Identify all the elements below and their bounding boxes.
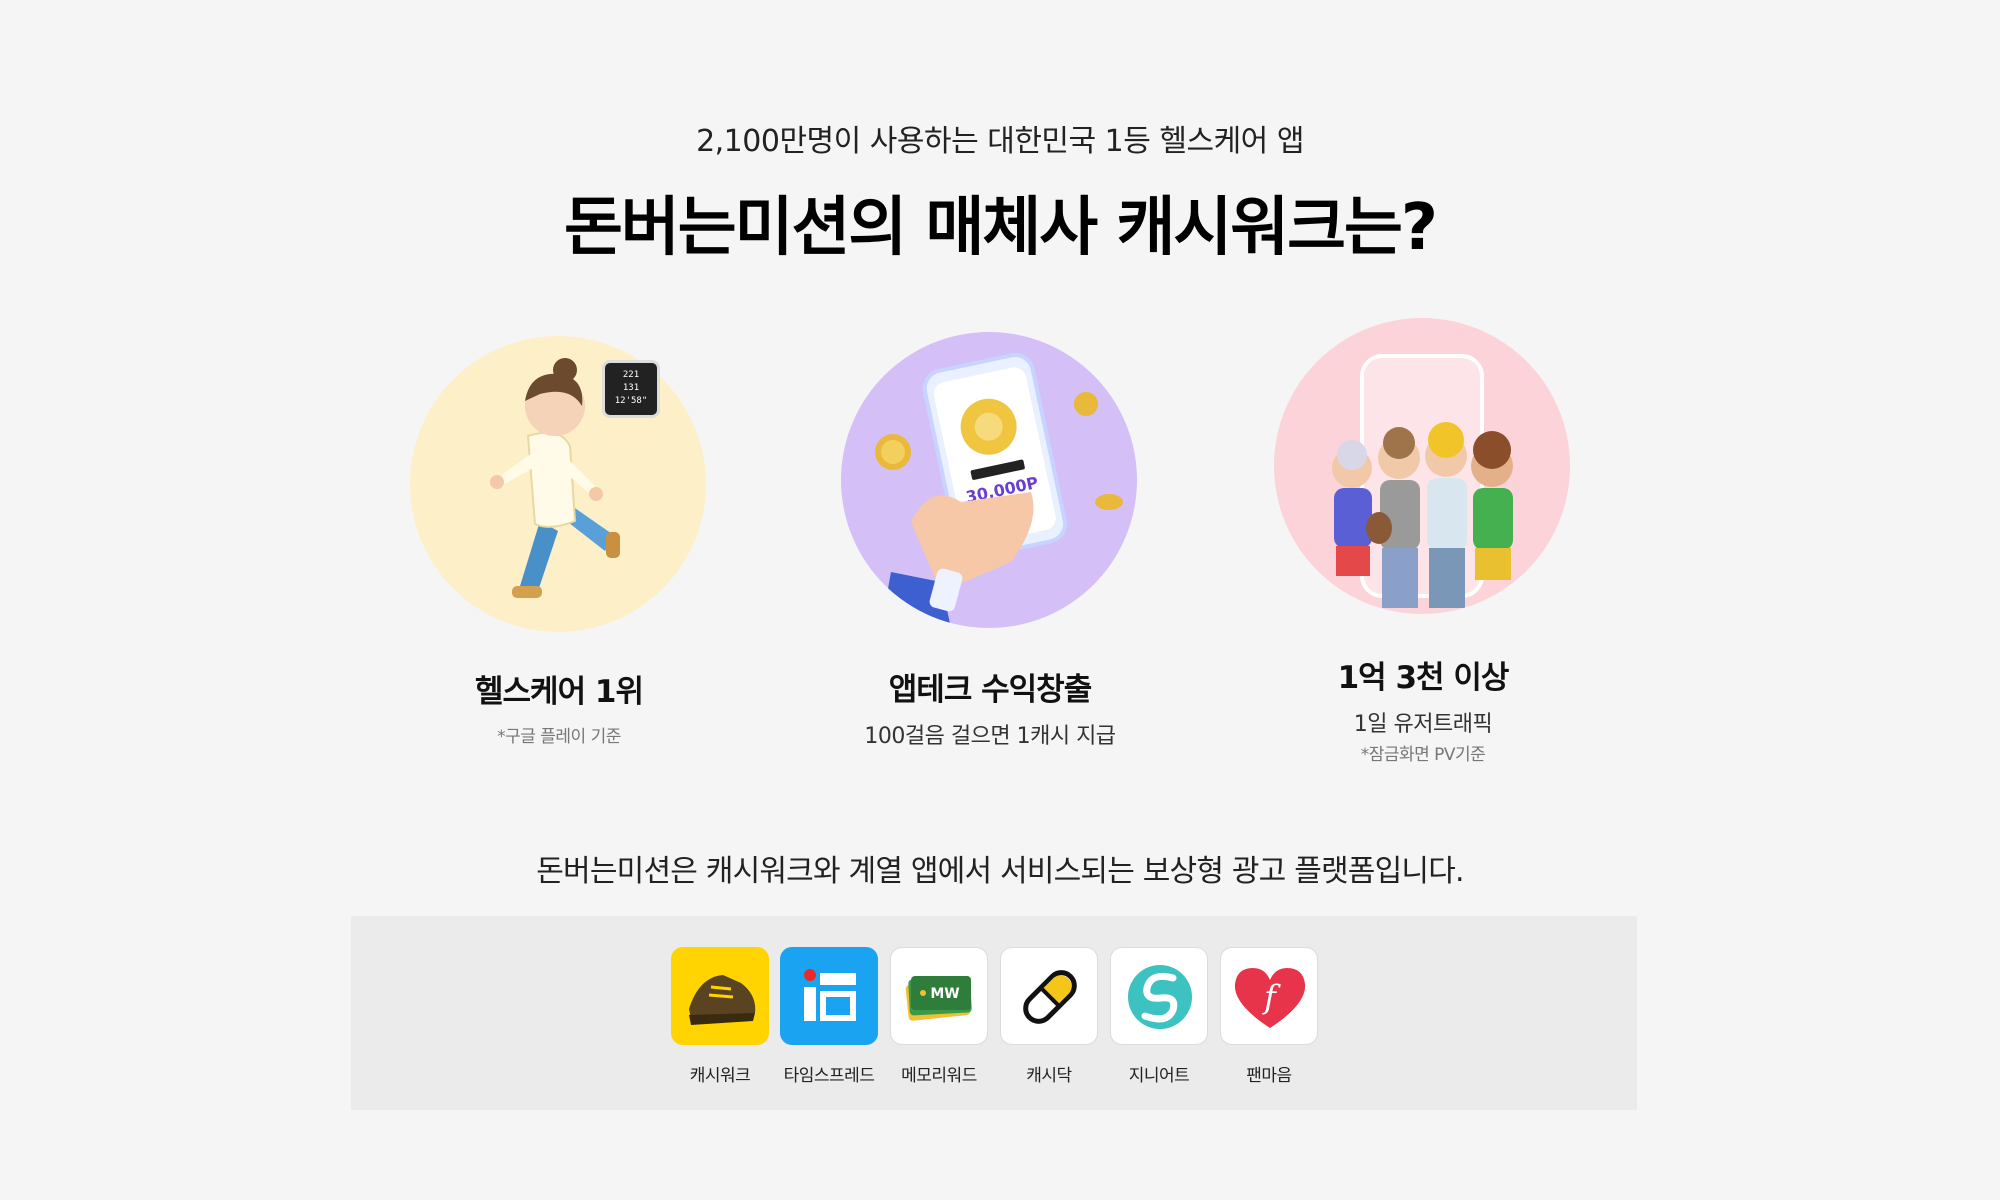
feature-note: *구글 플레이 기준 xyxy=(497,727,621,747)
app-item-timespread[interactable]: 타임스프레드 xyxy=(779,947,879,1086)
app-item-genieat[interactable]: 지니어트 xyxy=(1109,947,1209,1086)
feature-traffic: 1억 3천 이상 1일 유저트래픽 *잠금화면 PV기준 xyxy=(1213,318,1633,768)
feature-apptech: 30,000P 앱테크 수익창출 100걸음 걸으면 1캐시 지급 xyxy=(780,330,1200,760)
pill-icon[interactable] xyxy=(1000,947,1098,1045)
app-label: 지니어트 xyxy=(1128,1066,1190,1086)
page-title: 돈버는미션의 매체사 캐시워크는? xyxy=(563,191,1438,265)
app-item-memoryword[interactable]: MW 메모리워드 xyxy=(889,947,989,1086)
app-item-cashwalk[interactable]: 캐시워크 xyxy=(670,947,770,1086)
feature-desc: 1일 유저트래픽 xyxy=(1353,712,1493,737)
feature-title: 1억 3천 이상 xyxy=(1337,660,1510,696)
heart-f-icon[interactable]: f xyxy=(1220,947,1318,1045)
feature-title: 앱테크 수익창출 xyxy=(888,672,1092,708)
feature-title: 헬스케어 1위 xyxy=(475,674,644,710)
sub-heading: 2,100만명이 사용하는 대한민국 1등 헬스케어 앱 xyxy=(696,124,1304,159)
shoe-icon[interactable] xyxy=(671,947,769,1045)
app-label: 팬마음 xyxy=(1246,1066,1292,1086)
app-label: 타임스프레드 xyxy=(783,1066,875,1086)
feature-note: *잠금화면 PV기준 xyxy=(1360,745,1486,765)
feature-circle xyxy=(410,336,706,632)
app-item-cashdoc[interactable]: 캐시닥 xyxy=(999,947,1099,1086)
genieat-s-icon[interactable] xyxy=(1110,947,1208,1045)
feature-circle xyxy=(1274,318,1570,614)
feature-desc: 100걸음 걸으면 1캐시 지급 xyxy=(864,724,1116,749)
app-item-fanmaum[interactable]: f 팬마음 xyxy=(1219,947,1319,1086)
feature-healthcare: 221 131 12'58" 헬스케어 1위 *구글 플레이 기준 xyxy=(349,330,769,760)
app-label: 캐시닥 xyxy=(1026,1066,1072,1086)
partner-apps-panel: 캐시워크 타임스프레드 MW 메모리워드 캐시닥 지니어트 f 팬마음 xyxy=(351,916,1637,1110)
feature-circle: 30,000P xyxy=(841,332,1137,628)
smartwatch-widget: 221 131 12'58" xyxy=(602,360,660,418)
running-person-illustration xyxy=(490,358,620,598)
phone-reward-illustration: 30,000P xyxy=(875,353,1123,628)
platform-intro: 돈버는미션은 캐시워크와 계열 앱에서 서비스되는 보상형 광고 플랫폼입니다. xyxy=(536,854,1464,889)
group-of-friends-illustration xyxy=(1332,354,1513,608)
app-label: 메모리워드 xyxy=(901,1066,977,1086)
memory-cards-icon[interactable]: MW xyxy=(890,947,988,1045)
app-label: 캐시워크 xyxy=(689,1066,751,1086)
timespread-icon[interactable] xyxy=(780,947,878,1045)
svg-text:MW: MW xyxy=(930,986,959,1002)
